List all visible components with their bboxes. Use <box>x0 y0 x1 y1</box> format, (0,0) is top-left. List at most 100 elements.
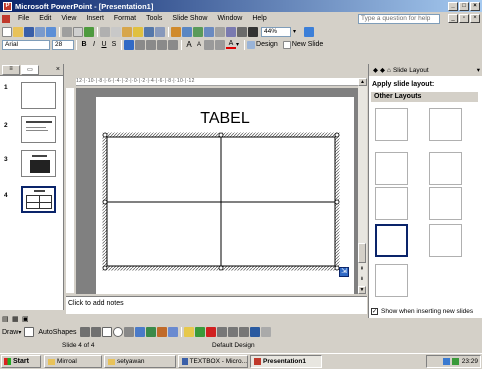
shadow-icon[interactable]: S <box>109 41 119 48</box>
email-icon[interactable] <box>46 26 56 37</box>
network-icon[interactable] <box>442 358 450 365</box>
undo-icon[interactable] <box>144 26 154 37</box>
vertical-scrollbar[interactable]: ▲ ⇞ ⇟ ▼ <box>358 78 367 294</box>
autofit-options-icon[interactable]: ⇲ <box>339 267 349 277</box>
layout-title-text-clipart[interactable] <box>375 108 408 141</box>
cut-icon[interactable] <box>100 26 110 37</box>
volume-icon[interactable] <box>451 358 459 365</box>
draw-menu-button[interactable]: Draw <box>2 329 18 336</box>
help-icon[interactable] <box>304 26 315 37</box>
taskbar-task[interactable]: setyawan <box>104 355 176 368</box>
menu-edit[interactable]: Edit <box>34 15 56 22</box>
scroll-thumb[interactable] <box>358 243 366 263</box>
chevron-down-icon[interactable]: ▾ <box>236 41 239 48</box>
doc-close-button[interactable]: × <box>470 14 480 23</box>
normal-view-icon[interactable]: ▤ <box>2 315 12 323</box>
paste-icon[interactable] <box>122 26 132 37</box>
textbox-icon[interactable] <box>123 327 134 337</box>
help-search-input[interactable]: Type a question for help <box>358 14 440 24</box>
document-icon[interactable] <box>2 14 10 23</box>
align-center-icon[interactable] <box>135 39 145 50</box>
doc-minimize-button[interactable]: _ <box>448 14 458 23</box>
home-icon[interactable]: ⌂ <box>387 67 391 74</box>
menu-insert[interactable]: Insert <box>81 15 109 22</box>
slide-thumbnail[interactable] <box>21 82 56 109</box>
wordart-icon[interactable] <box>134 327 145 337</box>
slide-thumbnail-selected[interactable] <box>21 186 56 213</box>
task-pane-title[interactable]: Slide Layout <box>393 67 429 74</box>
font-select[interactable]: Arial <box>2 39 50 50</box>
table-frame[interactable] <box>96 97 354 294</box>
insert-table-icon[interactable] <box>182 26 192 37</box>
print-preview-icon[interactable] <box>73 26 83 37</box>
chevron-down-icon[interactable]: ▾ <box>293 28 296 35</box>
arrow-icon[interactable] <box>90 327 101 337</box>
line-color-icon[interactable] <box>194 327 205 337</box>
start-button[interactable]: Start <box>1 355 41 368</box>
scroll-down-icon[interactable]: ▼ <box>358 286 366 294</box>
chevron-down-icon[interactable]: ▾ <box>18 329 21 336</box>
align-right-icon[interactable] <box>146 39 156 50</box>
slide-sorter-icon[interactable]: ▦ <box>12 315 22 323</box>
align-left-icon[interactable] <box>124 39 134 50</box>
minimize-button[interactable]: _ <box>448 1 458 11</box>
new-icon[interactable] <box>2 26 12 37</box>
autoshapes-menu-button[interactable]: AutoShapes <box>38 329 76 336</box>
shadow-style-icon[interactable] <box>249 327 260 337</box>
layout-title-object-text[interactable] <box>429 187 462 220</box>
redo-icon[interactable] <box>155 26 165 37</box>
bold-icon[interactable]: B <box>79 41 89 48</box>
arrow-style-icon[interactable] <box>238 327 249 337</box>
chevron-down-icon[interactable]: ▾ <box>477 66 480 74</box>
clipart-icon[interactable] <box>156 327 167 337</box>
increase-indent-icon[interactable] <box>215 39 225 50</box>
design-icon[interactable] <box>247 40 256 49</box>
doc-restore-button[interactable]: ▫ <box>459 14 469 23</box>
checkbox-checked-icon[interactable]: ✓ <box>371 308 378 315</box>
layout-title-chart[interactable] <box>375 264 408 297</box>
grid-icon[interactable] <box>237 26 247 37</box>
decrease-indent-icon[interactable] <box>204 39 214 50</box>
taskbar-task[interactable]: Mirroal <box>44 355 102 368</box>
back-icon[interactable]: ◆ <box>373 66 378 74</box>
oval-icon[interactable] <box>112 327 123 337</box>
picture-icon[interactable] <box>167 327 178 337</box>
underline-icon[interactable]: U <box>99 41 109 48</box>
insert-picture-icon[interactable] <box>204 26 214 37</box>
numbering-icon[interactable] <box>157 39 167 50</box>
layout-title-table-selected[interactable] <box>375 224 408 257</box>
clock[interactable]: 23:29 <box>462 358 478 365</box>
line-style-icon[interactable] <box>216 327 227 337</box>
slide-show-icon[interactable]: ▣ <box>22 315 32 323</box>
close-button[interactable]: × <box>470 1 480 11</box>
select-pointer-icon[interactable] <box>24 327 35 337</box>
zoom-select[interactable]: 44% <box>261 26 291 37</box>
layout-title-text-object[interactable] <box>375 187 408 220</box>
tables-borders-icon[interactable] <box>193 26 203 37</box>
slides-tab[interactable]: ▭ <box>21 64 39 75</box>
open-icon[interactable] <box>13 26 23 37</box>
fill-color-icon[interactable] <box>183 327 194 337</box>
notes-pane[interactable]: Click to add notes <box>66 296 367 314</box>
slide-thumbnail[interactable] <box>21 116 56 143</box>
font-size-select[interactable]: 28 <box>52 39 74 50</box>
insert-chart-icon[interactable] <box>171 26 181 37</box>
font-color-icon[interactable] <box>205 327 216 337</box>
menu-format[interactable]: Format <box>109 15 141 22</box>
decrease-font-icon[interactable]: A <box>194 42 204 48</box>
previous-slide-icon[interactable]: ⇞ <box>358 266 366 272</box>
dash-style-icon[interactable] <box>227 327 238 337</box>
menu-file[interactable]: File <box>13 15 34 22</box>
bullets-icon[interactable] <box>168 39 178 50</box>
outline-tab[interactable]: ≡ <box>2 64 20 75</box>
layout-title-text-chart[interactable] <box>375 152 408 185</box>
diagram-icon[interactable] <box>145 327 156 337</box>
design-button[interactable]: Design <box>256 41 278 48</box>
scroll-up-icon[interactable]: ▲ <box>358 78 367 86</box>
rectangle-icon[interactable] <box>101 327 112 337</box>
next-slide-icon[interactable]: ⇟ <box>358 276 366 282</box>
layout-title-diagram[interactable] <box>429 224 462 257</box>
show-when-inserting-checkbox[interactable]: ✓ Show when inserting new slides <box>371 308 473 315</box>
menu-window[interactable]: Window <box>212 15 247 22</box>
close-pane-icon[interactable]: × <box>56 66 60 73</box>
